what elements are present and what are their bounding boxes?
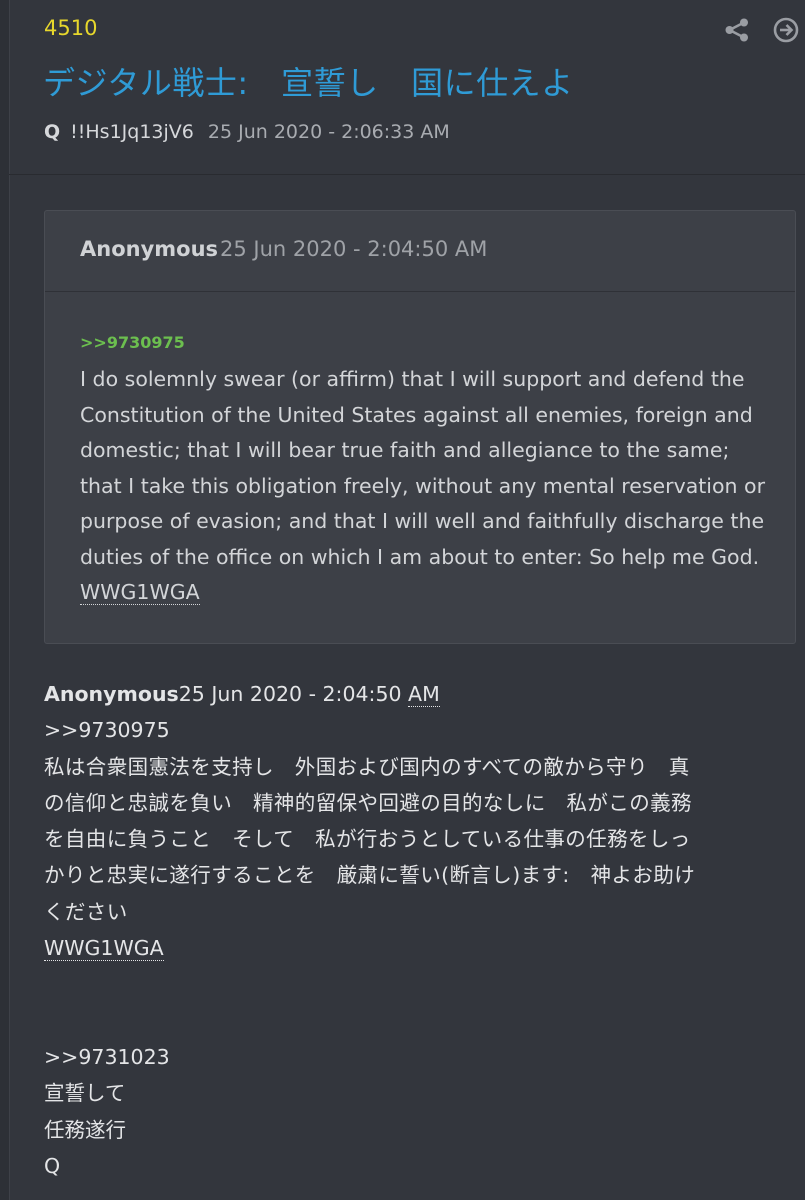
arrow-right-circle-icon[interactable] (773, 17, 799, 43)
quoted-post-tag-link[interactable]: WWG1WGA (80, 580, 200, 605)
reply-header: Anonymous25 Jun 2020 - 2:04:50 AM (44, 676, 794, 712)
reply-jp-line: ください (44, 899, 128, 924)
reply-timestamp-ampm[interactable]: AM (408, 682, 440, 707)
quoted-post-timestamp: 25 Jun 2020 - 2:04:50 AM (220, 237, 488, 261)
post-number[interactable]: 4510 (44, 16, 97, 40)
reply-jp-line: かりと忠実に遂行することを 厳粛に誓い(断言し)ます: 神よお助け (44, 863, 696, 888)
reply-link[interactable]: >>9730975 (44, 712, 794, 748)
q-reply-line: 任務遂行 (44, 1117, 126, 1142)
header-divider (9, 174, 805, 175)
post-author-line: Q !!Hs1Jq13jV6 25 Jun 2020 - 2:06:33 AM (44, 121, 450, 143)
reply-post: Anonymous25 Jun 2020 - 2:04:50 AM >>9730… (44, 676, 794, 1184)
reply-jp-line: 私は合衆国憲法を支持し 外国および国内のすべての敵から守り 真 (44, 754, 690, 779)
quoted-post-line: I do solemnly swear (or affirm) that I w… (80, 367, 745, 391)
quoted-post-author: Anonymous (80, 237, 219, 261)
q-reply-signature: Q (44, 1153, 61, 1178)
quoted-post-reply-link[interactable]: >>9730975 (80, 333, 185, 352)
quoted-post-line: purpose of evasion; and that I will well… (80, 509, 765, 533)
reply-jp-line: を自由に負うこと そして 私が行おうとしている仕事の任務をしっ (44, 827, 691, 852)
reply-tag-link[interactable]: WWG1WGA (44, 936, 164, 962)
quoted-post-line: domestic; that I will bear true faith an… (80, 438, 730, 462)
post-tripcode: !!Hs1Jq13jV6 (70, 121, 194, 143)
share-icon[interactable] (724, 18, 750, 42)
left-rail (0, 0, 10, 1200)
quoted-post-body: I do solemnly swear (or affirm) that I w… (80, 362, 780, 611)
reply-author: Anonymous (44, 682, 179, 706)
reply-jp-line: の信仰と忠誠を負い 精神的留保や回避の目的なしに 私がこの義務 (44, 790, 692, 815)
post-author: Q (44, 121, 61, 143)
q-reply-link[interactable]: >>9731023 (44, 1039, 794, 1075)
quoted-post-header: Anonymous 25 Jun 2020 - 2:04:50 AM (45, 211, 795, 292)
q-reply-line: 宣誓して (44, 1081, 126, 1106)
quoted-post-line: Constitution of the United States agains… (80, 402, 753, 427)
quoted-post-line: that I take this obligation freely, with… (80, 473, 766, 498)
quoted-post-line: duties of the office on which I am about… (80, 544, 760, 569)
post-title: デジタル戦士: 宣誓し 国に仕えよ (43, 64, 574, 102)
reply-timestamp: 25 Jun 2020 - 2:04:50 (178, 682, 409, 706)
post-timestamp: 25 Jun 2020 - 2:06:33 AM (207, 121, 450, 143)
quoted-post: Anonymous 25 Jun 2020 - 2:04:50 AM >>973… (44, 210, 796, 644)
